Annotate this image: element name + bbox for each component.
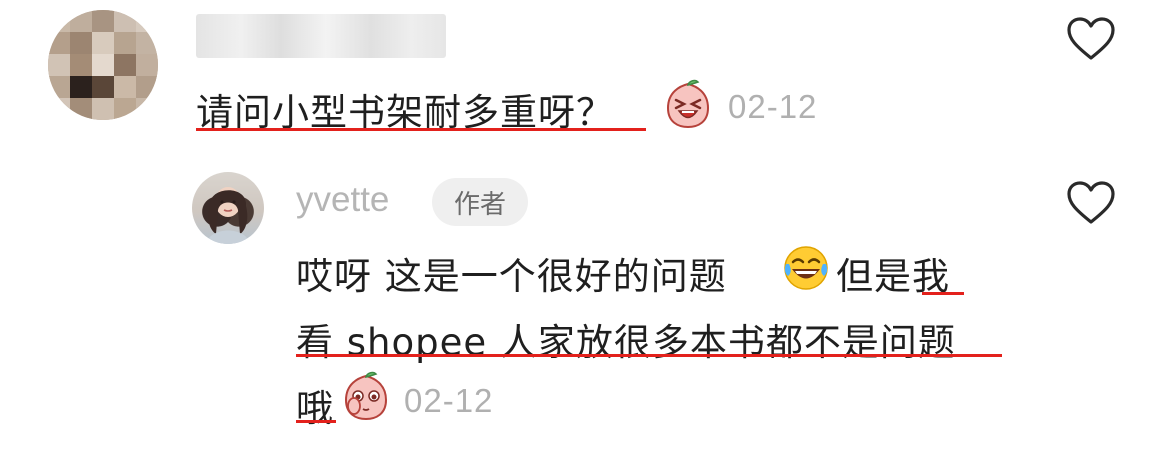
like-heart-icon[interactable] (1066, 180, 1116, 226)
like-heart-icon[interactable] (1066, 16, 1116, 62)
reply-text-line2: 看 shopee 人家放很多本书都不是问题 (296, 321, 956, 364)
commenter-avatar-blurred[interactable] (48, 10, 158, 120)
author-badge: 作者 (432, 178, 528, 226)
reply-underline-3 (296, 420, 336, 423)
comment-date: 02-12 (728, 88, 818, 125)
author-username[interactable]: yvette (296, 180, 389, 220)
reply-text-line3: 哦 (296, 387, 334, 430)
reply-underline-2 (296, 354, 1002, 357)
author-portrait (206, 187, 250, 244)
reply-date: 02-12 (404, 382, 494, 419)
author-avatar[interactable] (192, 172, 264, 244)
reply-underline-1 (922, 292, 964, 295)
reply-text-line1-a: 哎呀 这是一个很好的问题 (296, 255, 727, 298)
comment-underline (196, 128, 646, 131)
laughing-peach-sticker-icon (666, 79, 710, 129)
tears-of-joy-emoji-icon (784, 246, 828, 290)
shy-peach-sticker-icon (344, 371, 388, 421)
commenter-name-blurred[interactable] (196, 14, 446, 58)
